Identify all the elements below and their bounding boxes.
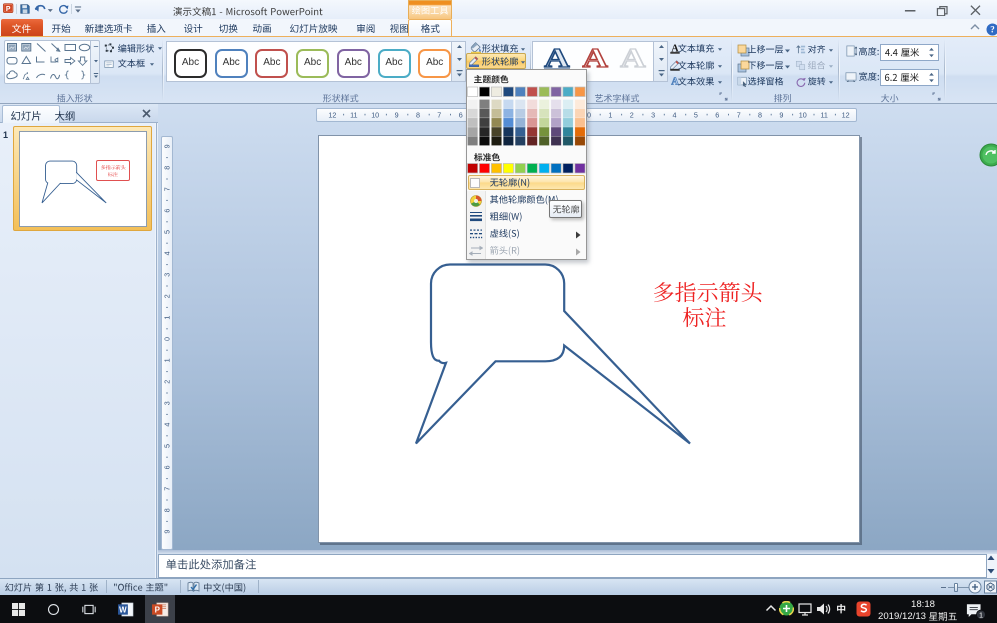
svg-text:6: 6 — [163, 209, 172, 213]
svg-text:2: 2 — [163, 294, 172, 298]
svg-text:10: 10 — [799, 111, 807, 120]
svg-text:11: 11 — [350, 111, 357, 120]
svg-text:11: 11 — [820, 111, 827, 120]
svg-text:6: 6 — [163, 465, 172, 469]
svg-text:W: W — [119, 605, 127, 614]
svg-text:3: 3 — [651, 111, 655, 120]
svg-text:8: 8 — [163, 166, 172, 170]
svg-text:7: 7 — [437, 111, 441, 120]
svg-text:7: 7 — [163, 187, 172, 191]
svg-text:4: 4 — [163, 423, 172, 427]
svg-text:P: P — [6, 6, 11, 13]
svg-text:6: 6 — [459, 111, 463, 120]
svg-text:9: 9 — [395, 111, 399, 120]
svg-text:2: 2 — [630, 111, 634, 120]
svg-text:6: 6 — [715, 111, 719, 120]
svg-text:4: 4 — [163, 251, 172, 255]
svg-text:7: 7 — [737, 111, 741, 120]
svg-text:5: 5 — [163, 444, 172, 448]
svg-text:10: 10 — [371, 111, 379, 120]
svg-text:7: 7 — [163, 487, 172, 491]
svg-text:12: 12 — [328, 111, 336, 120]
svg-text:1: 1 — [979, 610, 983, 619]
svg-text:1: 1 — [608, 111, 612, 120]
svg-text:5: 5 — [694, 111, 698, 120]
svg-text:9: 9 — [163, 530, 172, 534]
svg-text:3: 3 — [163, 273, 172, 277]
svg-text:1: 1 — [163, 358, 172, 362]
svg-text:4: 4 — [673, 111, 677, 120]
svg-text:0: 0 — [163, 337, 172, 341]
svg-text:9: 9 — [163, 144, 172, 148]
svg-text:2: 2 — [163, 380, 172, 384]
svg-text:8: 8 — [758, 111, 762, 120]
svg-text:P: P — [155, 605, 161, 614]
svg-text:12: 12 — [842, 111, 850, 120]
svg-text:?: ? — [990, 25, 995, 35]
svg-text:9: 9 — [779, 111, 783, 120]
svg-text:1: 1 — [163, 316, 172, 320]
svg-text:A: A — [620, 43, 646, 73]
svg-text:8: 8 — [163, 508, 172, 512]
svg-text:5: 5 — [163, 230, 172, 234]
svg-text:3: 3 — [163, 401, 172, 405]
svg-text:8: 8 — [416, 111, 420, 120]
